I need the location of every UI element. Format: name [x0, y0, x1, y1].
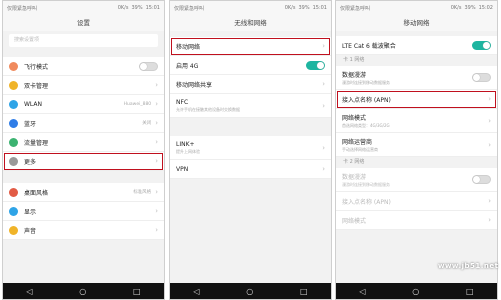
wlan-row[interactable]: WLAN Huawei_880 ›: [3, 95, 164, 114]
bluetooth-row[interactable]: 蓝牙 关闭 ›: [3, 114, 164, 133]
sound-icon: [9, 225, 18, 235]
nfc-row[interactable]: NFC 允许手机在接触其他设备时交换数据 ›: [170, 94, 331, 118]
chevron-right-icon: ›: [488, 95, 491, 103]
speed-status: 0K/s: [284, 5, 296, 11]
sim1-apn-row[interactable]: 接入点名称 (APN) ›: [336, 90, 497, 109]
dual-sim-row[interactable]: 双卡管理 ›: [3, 76, 164, 95]
status-bar: 仅限紧急呼叫 0K/s 39% 15:01: [3, 1, 164, 15]
carrier-status: 仅限紧急呼叫: [340, 5, 371, 12]
sim2-roaming-toggle[interactable]: [472, 175, 491, 184]
watermark: www.jb51.net: [438, 262, 499, 270]
chevron-right-icon: ›: [155, 188, 158, 196]
clock: 15:02: [478, 5, 493, 11]
chevron-right-icon: ›: [155, 226, 158, 234]
chevron-right-icon: ›: [322, 143, 325, 152]
sim2-section-label: 卡 2 网络: [343, 159, 365, 165]
more-row[interactable]: 更多 ›: [3, 152, 164, 171]
carrier-status: 仅限紧急呼叫: [174, 5, 205, 12]
home-icon[interactable]: ○: [79, 287, 86, 296]
enable-4g-toggle[interactable]: [306, 60, 325, 70]
back-icon[interactable]: ◁: [26, 287, 32, 296]
nav-bar: ◁ ○ □: [336, 283, 497, 299]
chevron-right-icon: ›: [322, 165, 325, 173]
sim1-roaming-toggle[interactable]: [472, 73, 491, 82]
battery-level: 39%: [298, 5, 310, 11]
chevron-right-icon: ›: [155, 157, 158, 165]
page-title: 设置: [3, 15, 164, 31]
status-bar: 仅限紧急呼叫 0K/s 39% 15:01: [170, 1, 331, 15]
back-icon[interactable]: ◁: [359, 287, 365, 296]
settings-screen: 仅限紧急呼叫 0K/s 39% 15:01 设置 搜索设置项 飞行模式 双卡管理…: [2, 0, 165, 300]
nav-bar: ◁ ○ □: [170, 283, 331, 299]
page-title: 无线和网络: [170, 15, 331, 31]
sim2-roaming-row[interactable]: 数据漫游 漫游时连接到移动数据服务: [336, 168, 497, 192]
nav-bar: ◁ ○ □: [3, 283, 164, 299]
airplane-toggle[interactable]: [139, 61, 158, 71]
status-bar: 仅限紧急呼叫 0K/s 39% 15:02: [336, 1, 497, 15]
chevron-right-icon: ›: [155, 138, 158, 146]
chevron-right-icon: ›: [322, 42, 325, 50]
chevron-right-icon: ›: [488, 116, 491, 125]
back-icon[interactable]: ◁: [193, 287, 199, 296]
home-icon[interactable]: ○: [412, 287, 419, 296]
lte-ca-toggle[interactable]: [472, 40, 491, 50]
lte-ca-row[interactable]: LTE Cat 6 载波聚合: [336, 36, 497, 55]
link-plus-row[interactable]: LINK+ 提升上网体验 ›: [170, 136, 331, 160]
sim-card-icon: [9, 80, 18, 90]
more-icon: [9, 156, 18, 166]
chevron-right-icon: ›: [488, 197, 491, 205]
display-row[interactable]: 显示 ›: [3, 202, 164, 221]
recent-apps-icon[interactable]: □: [466, 287, 474, 296]
display-icon: [9, 206, 18, 216]
chevron-right-icon: ›: [322, 101, 325, 110]
wifi-icon: [9, 99, 18, 109]
chevron-right-icon: ›: [155, 119, 158, 127]
carrier-status: 仅限紧急呼叫: [7, 5, 38, 12]
vpn-row[interactable]: VPN ›: [170, 160, 331, 179]
airplane-icon: [9, 61, 18, 71]
page-title: 移动网络: [336, 15, 497, 31]
chevron-right-icon: ›: [155, 207, 158, 215]
sim1-roaming-row[interactable]: 数据漫游 漫游时连接到移动数据服务: [336, 66, 497, 90]
sim1-network-mode-row[interactable]: 网络模式 首选网络类型：4G/3G/2G ›: [336, 109, 497, 133]
home-style-row[interactable]: 桌面风格 标准风格 ›: [3, 183, 164, 202]
search-input[interactable]: 搜索设置项: [9, 34, 158, 47]
speed-status: 0K/s: [117, 5, 129, 11]
bluetooth-icon: [9, 118, 18, 128]
sound-row[interactable]: 声音 ›: [3, 221, 164, 240]
sim2-network-mode-row[interactable]: 网络模式 ›: [336, 211, 497, 230]
mobile-network-row[interactable]: 移动网络 ›: [170, 37, 331, 56]
home-icon[interactable]: ○: [246, 287, 253, 296]
mobile-network-screen: 仅限紧急呼叫 0K/s 39% 15:02 移动网络 LTE Cat 6 载波聚…: [335, 0, 498, 300]
clock: 15:01: [145, 5, 160, 11]
data-usage-icon: [9, 137, 18, 147]
home-style-icon: [9, 187, 18, 197]
sim1-section-label: 卡 1 网络: [343, 57, 365, 63]
sim2-apn-row[interactable]: 接入点名称 (APN) ›: [336, 192, 497, 211]
battery-level: 39%: [464, 5, 476, 11]
tethering-row[interactable]: 移动网络共享 ›: [170, 75, 331, 94]
chevron-right-icon: ›: [322, 80, 325, 88]
recent-apps-icon[interactable]: □: [133, 287, 141, 296]
recent-apps-icon[interactable]: □: [300, 287, 308, 296]
clock: 15:01: [312, 5, 327, 11]
chevron-right-icon: ›: [155, 100, 158, 108]
battery-level: 39%: [131, 5, 143, 11]
chevron-right-icon: ›: [488, 216, 491, 224]
speed-status: 0K/s: [450, 5, 462, 11]
airplane-mode-row[interactable]: 飞行模式: [3, 57, 164, 76]
wireless-networks-screen: 仅限紧急呼叫 0K/s 39% 15:01 无线和网络 移动网络 › 启用 4G…: [169, 0, 332, 300]
chevron-right-icon: ›: [155, 81, 158, 89]
enable-4g-row[interactable]: 启用 4G: [170, 56, 331, 75]
data-usage-row[interactable]: 流量管理 ›: [3, 133, 164, 152]
chevron-right-icon: ›: [488, 140, 491, 149]
sim1-operator-row[interactable]: 网络运营商 手动选择网络运营商 ›: [336, 133, 497, 157]
